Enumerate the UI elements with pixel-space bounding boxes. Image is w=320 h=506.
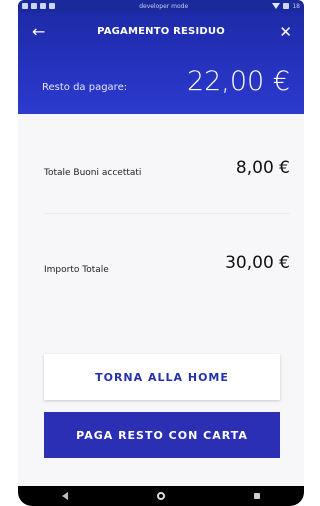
status-icons-right: 18: [272, 3, 300, 10]
notification-icon: [31, 3, 37, 9]
vouchers-amount: 8,00 €: [235, 158, 290, 178]
status-bar: developer mode 18: [18, 0, 304, 12]
wifi-icon: [272, 3, 281, 9]
nav-back-icon[interactable]: [62, 492, 69, 500]
vouchers-label: Totale Buoni accettati: [44, 168, 142, 178]
notification-icon: [22, 3, 28, 9]
clock-text: 18: [292, 2, 300, 10]
notification-icon: [40, 3, 46, 9]
divider: [44, 213, 290, 214]
summary-row-vouchers: Totale Buoni accettati 8,00 €: [44, 158, 290, 182]
battery-icon: [283, 3, 290, 9]
developer-mode-label: developer mode: [139, 2, 189, 10]
rest-label: Resto da pagare:: [42, 82, 128, 93]
total-label: Importo Totale: [44, 265, 109, 275]
nav-home-icon[interactable]: [156, 492, 165, 500]
header: ← PAGAMENTO RESIDUO ✕ Resto da pagare: 2…: [18, 12, 304, 114]
back-to-home-button[interactable]: TORNA ALLA HOME: [44, 354, 280, 400]
system-nav-bar: [18, 486, 304, 506]
pay-with-card-button[interactable]: PAGA RESTO CON CARTA: [44, 412, 280, 458]
rest-amount: 22,00 €: [186, 66, 290, 97]
summary-row-total: Importo Totale 30,00 €: [44, 253, 290, 277]
lock-icon: [49, 3, 55, 9]
device-screen: developer mode 18 ← PAGAMENTO RESIDUO ✕ …: [18, 0, 304, 506]
close-icon[interactable]: ✕: [279, 24, 292, 40]
total-amount: 30,00 €: [225, 253, 290, 273]
page-title: PAGAMENTO RESIDUO: [97, 26, 225, 37]
status-icons-left: [22, 3, 55, 9]
nav-recent-icon[interactable]: [253, 493, 260, 499]
